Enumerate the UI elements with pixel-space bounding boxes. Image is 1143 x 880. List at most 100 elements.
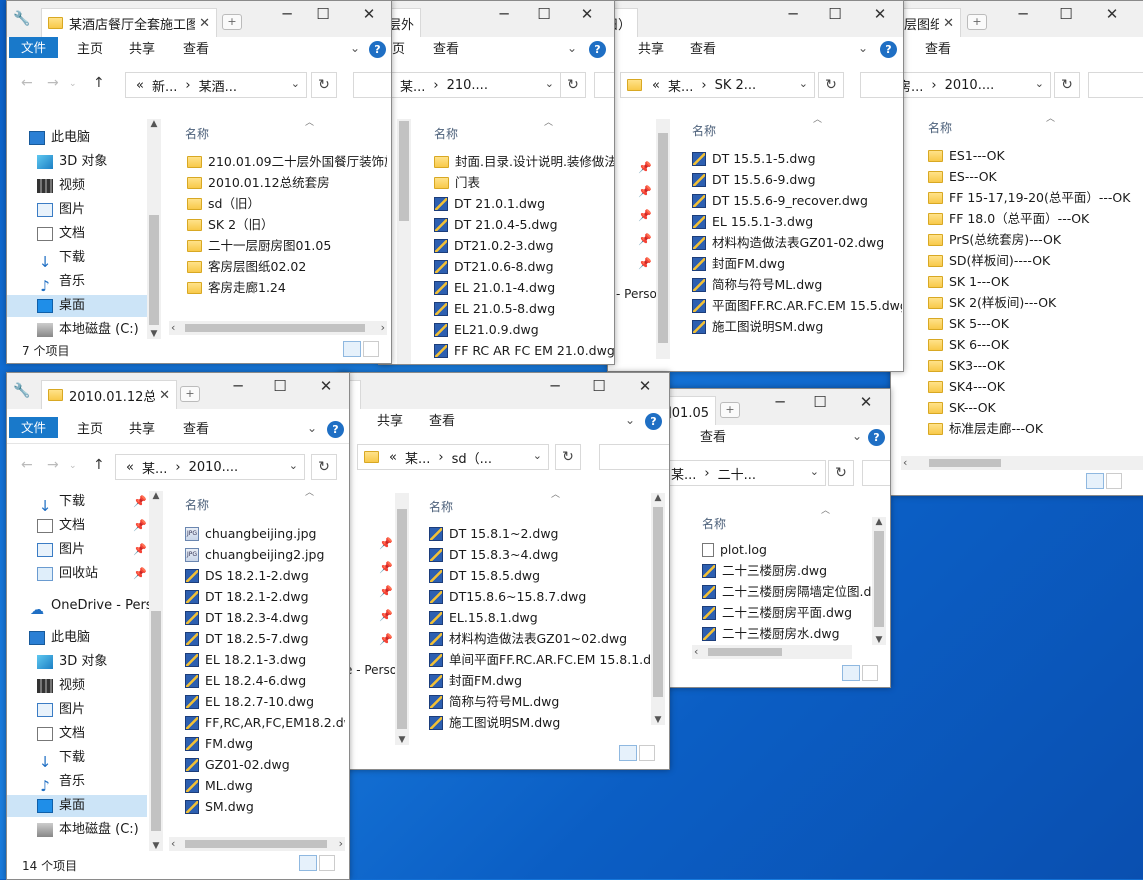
close-icon[interactable]: ✕ xyxy=(357,5,381,23)
nav-item[interactable]: ↓ 下载 xyxy=(7,747,147,771)
file-row[interactable]: EL 15.5.1-3.dwg xyxy=(692,211,902,232)
nav-item[interactable]: 图片 xyxy=(7,699,147,721)
ribbon-tab-share[interactable]: 共享 xyxy=(129,37,155,63)
breadcrumb[interactable]: 某... xyxy=(396,76,429,95)
scroll-thumb[interactable] xyxy=(149,215,159,325)
column-header-name[interactable]: 名称 xyxy=(702,515,726,532)
scroll-left-icon[interactable]: ‹ xyxy=(694,645,698,659)
file-row[interactable]: 平面图FF.RC.AR.FC.EM 15.5.dwg xyxy=(692,295,902,316)
file-row[interactable]: SK---OK xyxy=(928,397,1143,418)
nav-item[interactable]: 本地磁盘 (C:) xyxy=(7,819,147,841)
breadcrumb-overflow[interactable]: « xyxy=(122,460,138,475)
file-row[interactable]: EL 18.2.7-10.dwg xyxy=(185,691,345,712)
address-bar[interactable]: 某... › 210.... ⌄ xyxy=(389,72,561,98)
forward-icon[interactable]: → xyxy=(47,457,59,473)
file-row[interactable]: 二十三楼厨房水.dwg xyxy=(702,623,872,644)
file-row[interactable]: 二十三楼厨房.dwg xyxy=(702,560,872,581)
file-row[interactable]: 客房层图纸02.02 xyxy=(187,256,387,277)
minimize-icon[interactable]: ─ xyxy=(226,377,250,395)
scroll-thumb[interactable] xyxy=(397,509,407,729)
address-bar[interactable]: 某... › 二十... ⌄ xyxy=(660,460,826,486)
back-icon[interactable]: ← xyxy=(21,75,33,91)
file-row[interactable]: ES---OK xyxy=(928,166,1143,187)
chevron-down-icon[interactable]: ⌄ xyxy=(567,41,577,55)
nav-item[interactable]: ♪ 音乐 xyxy=(7,771,147,795)
file-row[interactable]: DT 18.2.5-7.dwg xyxy=(185,628,345,649)
file-row[interactable]: EL21.0.9.dwg xyxy=(434,319,614,340)
tab-presidential[interactable]: 2010.01.12总统套房 ✕ xyxy=(41,380,177,409)
horizontal-scrollbar[interactable]: ‹ › xyxy=(169,321,387,335)
details-view-icon[interactable] xyxy=(842,665,860,681)
minimize-icon[interactable]: ─ xyxy=(492,5,516,23)
horizontal-scrollbar[interactable]: ‹ xyxy=(901,456,1143,470)
minimize-icon[interactable]: ─ xyxy=(781,5,805,23)
scroll-thumb[interactable] xyxy=(929,459,1001,467)
file-row[interactable]: 2010.01.12总统套房 xyxy=(187,172,387,193)
breadcrumb-overflow[interactable]: « xyxy=(648,78,664,93)
nav-item[interactable]: 本地磁盘 (C:) xyxy=(7,319,147,341)
nav-item[interactable]: 图片 xyxy=(7,199,147,221)
file-row[interactable]: DT 18.2.3-4.dwg xyxy=(185,607,345,628)
nav-scrollbar[interactable] xyxy=(656,119,670,359)
file-row[interactable]: DT 15.5.6-9_recover.dwg xyxy=(692,190,902,211)
vertical-scrollbar[interactable]: ▲ ▼ xyxy=(651,493,665,725)
file-row[interactable]: DT 15.5.1-5.dwg xyxy=(692,148,902,169)
close-icon[interactable]: ✕ xyxy=(1100,5,1124,23)
file-row[interactable]: SK 1---OK xyxy=(928,271,1143,292)
help-icon[interactable]: ? xyxy=(327,421,344,438)
file-row[interactable]: EL 21.0.1-4.dwg xyxy=(434,277,614,298)
large-icons-view-icon[interactable] xyxy=(363,341,379,357)
file-row[interactable]: SK 6---OK xyxy=(928,334,1143,355)
ribbon-tab-view[interactable]: 查看 xyxy=(690,37,716,63)
ribbon-tab-file[interactable]: 文件 xyxy=(9,417,59,438)
address-bar[interactable]: « 某... › 2010.... ⌄ xyxy=(115,454,305,480)
nav-item[interactable]: 文档 xyxy=(7,515,147,537)
explorer-window-hotel[interactable]: 🔧 某酒店餐厅全套施工图纸 ✕ + ─ ☐ ✕ 文件 主页 共享 查看 ⌄ ? … xyxy=(6,0,392,364)
close-icon[interactable]: ✕ xyxy=(854,393,878,411)
ribbon-tab-home[interactable]: 主页 xyxy=(77,37,103,63)
file-row[interactable]: plot.log xyxy=(702,539,872,560)
new-tab-icon[interactable]: + xyxy=(222,14,242,30)
ribbon-tab-share[interactable]: 共享 xyxy=(377,409,403,435)
address-bar[interactable]: 房... › 2010.... ⌄ xyxy=(891,72,1051,98)
file-row[interactable]: EL 18.2.4-6.dwg xyxy=(185,670,345,691)
close-icon[interactable]: ✕ xyxy=(155,388,170,403)
scroll-thumb[interactable] xyxy=(653,507,663,697)
file-row[interactable]: 封面FM.dwg xyxy=(692,253,902,274)
chevron-down-icon[interactable]: ⌄ xyxy=(799,77,808,90)
nav-item[interactable]: ↓ 下载 xyxy=(7,491,147,515)
ribbon-tab-file[interactable]: 文件 xyxy=(9,37,59,58)
scroll-thumb[interactable] xyxy=(658,133,668,343)
file-row[interactable]: SD(样板间)----OK xyxy=(928,250,1143,271)
nav-item[interactable]: 视频 xyxy=(7,175,147,197)
close-icon[interactable]: ✕ xyxy=(939,16,954,31)
maximize-icon[interactable]: ☐ xyxy=(808,393,832,411)
ribbon-tab-share[interactable]: 共享 xyxy=(638,37,664,63)
file-row[interactable]: DT 15.8.3~4.dwg xyxy=(429,544,651,565)
help-icon[interactable]: ? xyxy=(645,413,662,430)
maximize-icon[interactable]: ☐ xyxy=(587,377,611,395)
vertical-scrollbar[interactable]: ▲ ▼ xyxy=(872,517,886,645)
scroll-down-icon[interactable]: ▼ xyxy=(651,715,665,725)
scroll-thumb[interactable] xyxy=(185,324,365,332)
address-bar[interactable]: « 新... › 某酒... ⌄ xyxy=(125,72,307,98)
details-view-icon[interactable] xyxy=(343,341,361,357)
wrench-icon[interactable]: 🔧 xyxy=(13,11,30,27)
large-icons-view-icon[interactable] xyxy=(639,745,655,761)
address-bar[interactable]: « 某... › SK 2... ⌄ xyxy=(620,72,815,98)
search-input[interactable] xyxy=(1088,72,1143,98)
refresh-icon[interactable]: ↻ xyxy=(818,72,844,98)
maximize-icon[interactable]: ☐ xyxy=(268,377,292,395)
breadcrumb-overflow[interactable]: « xyxy=(132,78,148,93)
scroll-up-icon[interactable]: ▲ xyxy=(149,491,163,501)
ribbon-tab-share[interactable]: 共享 xyxy=(129,417,155,443)
file-row[interactable]: 二十三楼厨房隔墙定位图.dwg xyxy=(702,581,872,602)
breadcrumb[interactable]: SK 2... xyxy=(711,78,761,93)
search-input[interactable] xyxy=(599,444,669,470)
file-row[interactable]: DS 18.2.1-2.dwg xyxy=(185,565,345,586)
scroll-right-icon[interactable]: › xyxy=(339,837,343,851)
file-row[interactable]: JPG chuangbeijing.jpg xyxy=(185,523,345,544)
file-row[interactable]: DT15.8.6~15.8.7.dwg xyxy=(429,586,651,607)
explorer-window-sd[interactable]: sd（旧） ─ ☐ ✕ 共享 查看 ⌄ ? « 某... › sd（... ⌄ … xyxy=(338,372,670,770)
help-icon[interactable]: ? xyxy=(369,41,386,58)
